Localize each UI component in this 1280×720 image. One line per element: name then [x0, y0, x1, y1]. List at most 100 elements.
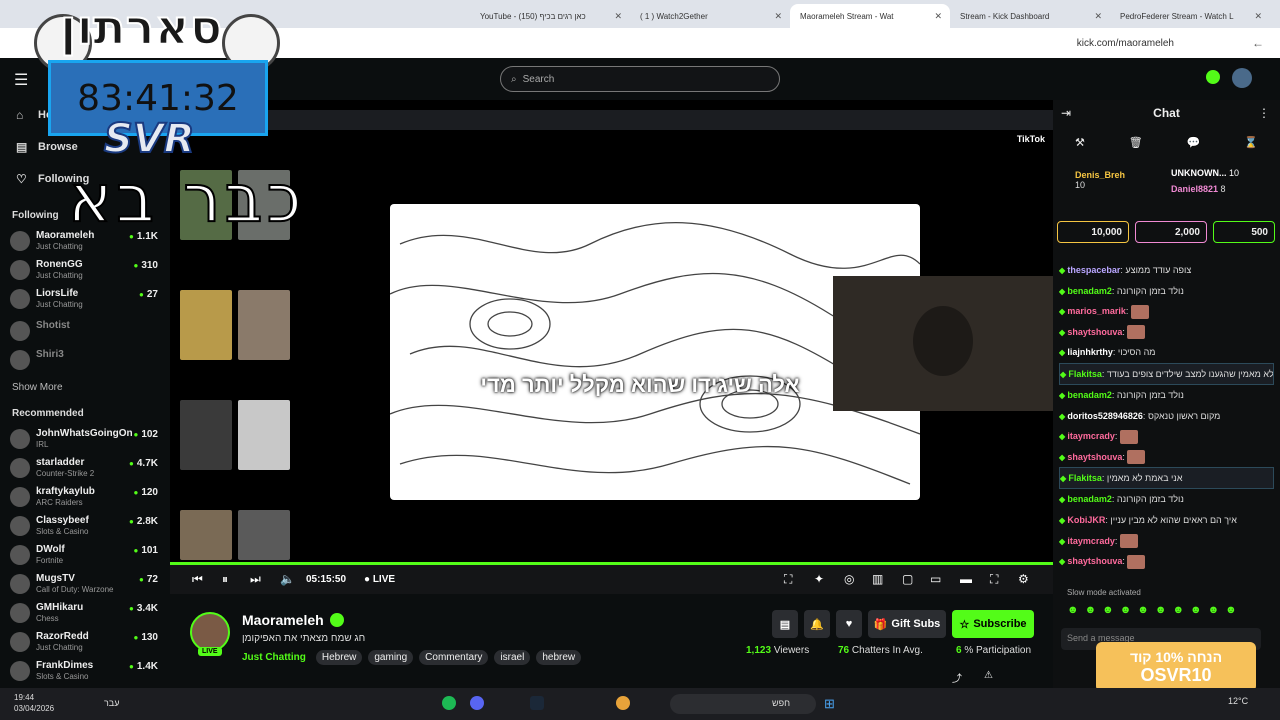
chat-username[interactable]: benadam2	[1059, 494, 1112, 504]
report-icon[interactable]: ⚠	[984, 670, 993, 681]
recommended-channel[interactable]: DWolfFortnite 101	[10, 542, 162, 568]
stats-icon[interactable]: ▥	[872, 572, 883, 586]
chat-username[interactable]: Flakitsa	[1060, 369, 1102, 379]
chat-menu-icon[interactable]: ⋮	[1258, 106, 1270, 120]
progress-bar[interactable]	[170, 562, 1053, 565]
tab-maorameleh[interactable]: Maorameleh Stream - Wat ✕	[790, 4, 950, 28]
following-channel[interactable]: LiorsLifeJust Chatting 27	[10, 286, 162, 312]
close-icon[interactable]: ✕	[774, 11, 782, 22]
hammer-icon[interactable]: ⚒	[1075, 136, 1085, 152]
chat-bubble-icon[interactable]: 💬	[1187, 136, 1201, 152]
tab-watch2gether[interactable]: ( 1 ) Watch2Gether ✕	[630, 4, 790, 28]
following-channel[interactable]: RonenGGJust Chatting 310	[10, 257, 162, 283]
url-text[interactable]: kick.com/maorameleh	[1077, 38, 1174, 49]
rewind-icon[interactable]: ⏮	[192, 572, 203, 587]
chat-username[interactable]: shaytshouva	[1059, 327, 1122, 337]
tag[interactable]: Hebrew	[315, 650, 363, 665]
recommended-channel[interactable]: kraftykaylubARC Raiders 120	[10, 484, 162, 510]
recommended-channel[interactable]: RazorReddJust Chatting 130	[10, 629, 162, 655]
show-more-link[interactable]: Show More	[12, 382, 63, 393]
chat-username[interactable]: liajnhkrthy	[1059, 347, 1113, 357]
chat-username[interactable]: marios_marik	[1059, 306, 1126, 316]
nav-browse[interactable]: ▤ Browse	[16, 140, 78, 154]
tag[interactable]: gaming	[368, 650, 414, 665]
clip-button[interactable]: ▤	[772, 610, 798, 638]
kick-icon[interactable]	[1206, 70, 1220, 84]
collapse-chat-icon[interactable]: ⇥	[1061, 106, 1071, 120]
menu-icon[interactable]: ☰	[14, 70, 28, 90]
tag[interactable]: israel	[494, 650, 531, 665]
recommended-channel[interactable]: MugsTVCall of Duty: Warzone 72	[10, 571, 162, 597]
chat-username[interactable]: benadam2	[1059, 390, 1112, 400]
settings-gear-icon[interactable]: ⚙	[1018, 572, 1029, 586]
recommended-channel[interactable]: JohnWhatsGoingOnIRL 102	[10, 426, 162, 452]
chat-username[interactable]: shaytshouva	[1059, 556, 1122, 566]
taskbar: 19:44 03/04/2026 עבר חפש ⊞ 12°C	[0, 688, 1280, 720]
tiktok-logo: TikTok	[1016, 134, 1045, 144]
tab-youtube[interactable]: YouTube - כאן רגים בכיף (150) ✕	[470, 4, 630, 28]
emote-bar[interactable]: ☻☻☻☻☻☻☻☻☻☻	[1067, 604, 1243, 616]
windows-start-icon[interactable]: ⊞	[824, 696, 835, 712]
recommended-channel[interactable]: starladderCounter-Strike 2 4.7K	[10, 455, 162, 481]
recommended-channel[interactable]: ClassybeefSlots & Casino 2.8K	[10, 513, 162, 539]
recommended-channel[interactable]: GMHikaruChess 3.4K	[10, 600, 162, 626]
hourglass-icon[interactable]: ⌛	[1244, 136, 1258, 152]
tag[interactable]: hebrew	[536, 650, 582, 665]
category-link[interactable]: Just Chatting	[242, 652, 306, 663]
back-icon[interactable]: ←	[1252, 36, 1264, 50]
tab-kick-dashboard[interactable]: Stream - Kick Dashboard ✕	[950, 4, 1110, 28]
chrome-icon[interactable]	[616, 696, 630, 710]
viewer-count: 3.4K	[129, 603, 158, 614]
pip-icon[interactable]: ▢	[902, 572, 913, 586]
steam-icon[interactable]	[530, 696, 544, 710]
language-indicator[interactable]: עבר	[104, 698, 119, 708]
viewer-count: 72	[139, 574, 158, 585]
trash-icon[interactable]: 🗑	[1129, 136, 1143, 152]
fullscreen-icon[interactable]: ⛶	[990, 572, 998, 587]
sparkle-icon[interactable]: ✦	[814, 572, 824, 586]
channel-name: GMHikaru	[36, 602, 84, 613]
close-icon[interactable]: ✕	[614, 11, 622, 22]
tag[interactable]: Commentary	[419, 650, 489, 665]
prediction-pill[interactable]: 500	[1213, 221, 1275, 243]
chat-username[interactable]: benadam2	[1059, 286, 1112, 296]
tab-pedrofederer[interactable]: PedroFederer Stream - Watch L ✕	[1110, 4, 1270, 28]
recommended-channel[interactable]: FrankDimesSlots & Casino 1.4K	[10, 658, 162, 684]
share-icon[interactable]: ⤴	[952, 670, 962, 685]
volume-icon[interactable]: 🔈	[280, 572, 295, 586]
viewer-count: 2.8K	[129, 516, 158, 527]
close-icon[interactable]: ✕	[1254, 11, 1262, 22]
chat-username[interactable]: shaytshouva	[1059, 452, 1122, 462]
chat-username[interactable]: doritos528946826	[1059, 411, 1143, 421]
forward-icon[interactable]: ⏭	[250, 572, 261, 587]
following-channel[interactable]: Shiri3	[10, 347, 162, 373]
discord-icon[interactable]	[470, 696, 484, 710]
streamer-avatar[interactable]	[190, 612, 230, 652]
chat-message: Flakitsa: אני לא מאמין שהגענו למצב שילדי…	[1059, 362, 1274, 385]
taskbar-search[interactable]: חפש	[670, 694, 816, 714]
search-input[interactable]: ⌕ Search	[500, 66, 780, 92]
streamer-name[interactable]: Maorameleh	[242, 612, 324, 628]
chat-username[interactable]: itaymcrady	[1059, 536, 1115, 546]
user-avatar[interactable]	[1232, 68, 1252, 88]
notify-button[interactable]: 🔔	[804, 610, 830, 638]
chat-username[interactable]: itaymcrady	[1059, 431, 1115, 441]
theater-icon[interactable]: ▬	[960, 572, 972, 586]
spotify-icon[interactable]	[442, 696, 456, 710]
pause-icon[interactable]: ⏸	[222, 572, 228, 587]
following-channel[interactable]: Shotist	[10, 318, 162, 344]
chat-username[interactable]: Flakitsa	[1060, 473, 1102, 483]
close-icon[interactable]: ✕	[1094, 11, 1102, 22]
chat-username[interactable]: KobiJKR	[1059, 515, 1105, 525]
following-heading: Following	[12, 210, 59, 221]
clip-icon[interactable]: ⛶	[784, 572, 792, 587]
cast-icon[interactable]: ▭	[930, 572, 941, 586]
follow-button[interactable]: ♥	[836, 610, 862, 638]
subscribe-button[interactable]: ☆ Subscribe	[952, 610, 1034, 638]
gift-subs-button[interactable]: 🎁 Gift Subs	[868, 610, 946, 638]
close-icon[interactable]: ✕	[934, 11, 942, 22]
prediction-pill[interactable]: 2,000	[1135, 221, 1207, 243]
chat-username[interactable]: thespacebar	[1059, 265, 1120, 275]
prediction-pill[interactable]: 10,000	[1057, 221, 1129, 243]
target-icon[interactable]: ◎	[844, 572, 854, 586]
